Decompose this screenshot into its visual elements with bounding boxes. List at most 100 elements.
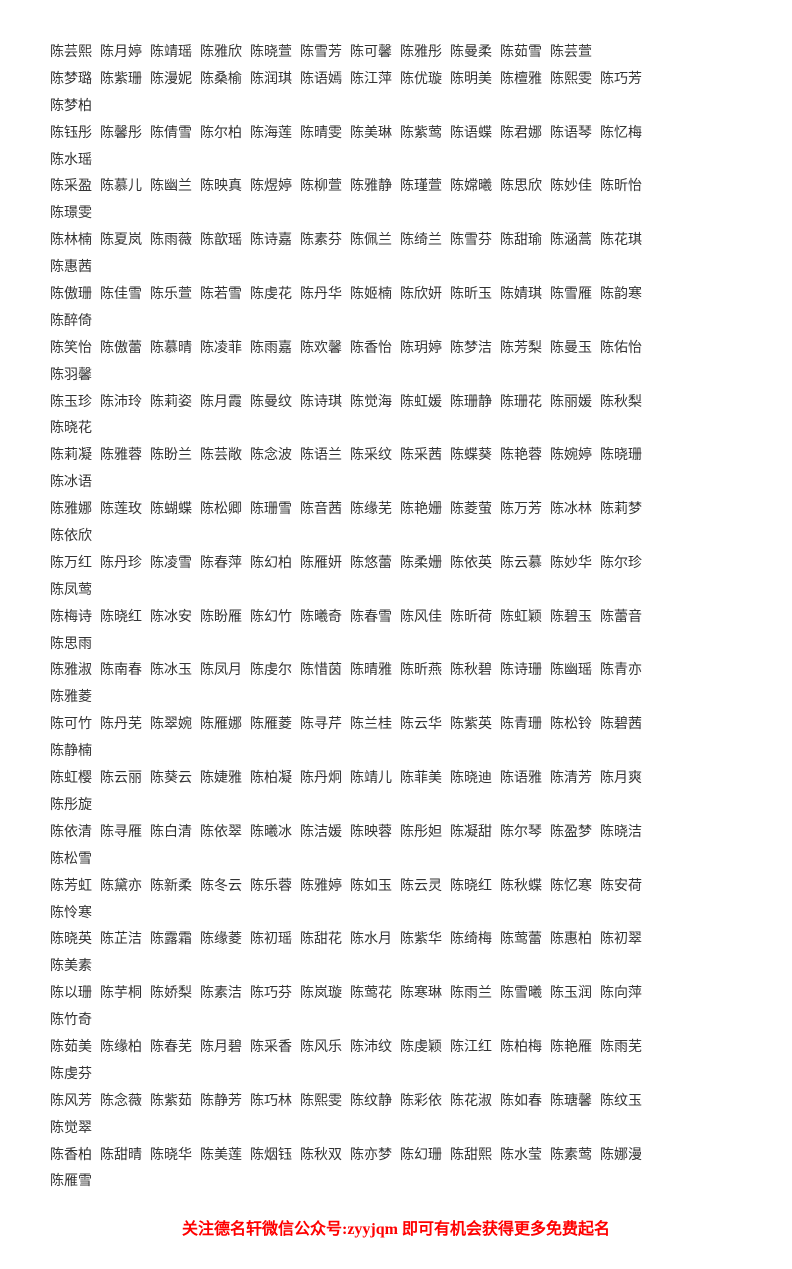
- name-item: 陈念薇: [100, 1089, 142, 1115]
- name-item: 陈甜瑜: [500, 228, 542, 254]
- name-item: 陈姬楠: [350, 282, 392, 308]
- name-item: 陈忆梅: [600, 121, 642, 147]
- name-item: 陈佑怡: [600, 336, 642, 362]
- name-item: 陈玥婷: [400, 336, 442, 362]
- name-item: 陈烟钰: [250, 1143, 292, 1169]
- name-item: 陈静楠: [50, 739, 92, 765]
- name-item: 陈晓萱: [250, 40, 292, 66]
- name-item: 陈佳雪: [100, 282, 142, 308]
- name-item: 陈春芜: [150, 1035, 192, 1061]
- name-item: 陈虔尔: [250, 658, 292, 684]
- name-item: 陈艳姗: [400, 497, 442, 523]
- name-item: 陈依欣: [50, 524, 92, 550]
- name-item: 陈虹樱: [50, 766, 92, 792]
- name-item: 陈佩兰: [350, 228, 392, 254]
- name-item: 陈可馨: [350, 40, 392, 66]
- name-item: 陈欢馨: [300, 336, 342, 362]
- name-item: 陈晓花: [50, 416, 92, 442]
- name-item: 陈凌菲: [200, 336, 242, 362]
- name-item: 陈丹华: [300, 282, 342, 308]
- name-item: 陈璟雯: [50, 201, 92, 227]
- name-item: 陈诗琪: [300, 390, 342, 416]
- name-item: 陈花淑: [450, 1089, 492, 1115]
- name-item: 陈妙华: [550, 551, 592, 577]
- name-item: 陈芳梨: [500, 336, 542, 362]
- name-item: 陈甜熙: [450, 1143, 492, 1169]
- name-item: 陈万芳: [500, 497, 542, 523]
- name-item: 陈采香: [250, 1035, 292, 1061]
- name-item: 陈采盈: [50, 174, 92, 200]
- name-item: 陈清芳: [550, 766, 592, 792]
- name-item: 陈美素: [50, 954, 92, 980]
- name-item: 陈绮兰: [400, 228, 442, 254]
- name-item: 陈明美: [450, 67, 492, 93]
- name-item: 陈语雅: [500, 766, 542, 792]
- name-item: 陈青亦: [600, 658, 642, 684]
- name-item: 陈依英: [450, 551, 492, 577]
- name-item: 陈虔颖: [400, 1035, 442, 1061]
- name-item: 陈晓洁: [600, 820, 642, 846]
- name-item: 陈莺蕾: [500, 927, 542, 953]
- name-item: 陈冬云: [200, 874, 242, 900]
- name-item: 陈凤莺: [50, 578, 92, 604]
- name-item: 陈笑怡: [50, 336, 92, 362]
- name-item: 陈虹颖: [500, 605, 542, 631]
- name-item: 陈依翠: [200, 820, 242, 846]
- name-item: 陈虹媛: [400, 390, 442, 416]
- name-item: 陈曦冰: [250, 820, 292, 846]
- name-item: 陈芸敞: [200, 443, 242, 469]
- name-item: 陈幽瑶: [550, 658, 592, 684]
- name-item: 陈林楠: [50, 228, 92, 254]
- name-item: 陈凤月: [200, 658, 242, 684]
- name-item: 陈雅彤: [400, 40, 442, 66]
- name-item: 陈凝甜: [450, 820, 492, 846]
- name-item: 陈缘柏: [100, 1035, 142, 1061]
- name-item: 陈婧琪: [500, 282, 542, 308]
- name-item: 陈雨嘉: [250, 336, 292, 362]
- name-item: 陈雨薇: [150, 228, 192, 254]
- name-item: 陈晓红: [100, 605, 142, 631]
- name-item: 陈倩雪: [150, 121, 192, 147]
- name-item: 陈晓迪: [450, 766, 492, 792]
- name-item: 陈洁媛: [300, 820, 342, 846]
- name-item: 陈悠蕾: [350, 551, 392, 577]
- name-item: 陈雁娜: [200, 712, 242, 738]
- name-item: 陈沛玲: [100, 390, 142, 416]
- name-item: 陈青珊: [500, 712, 542, 738]
- name-item: 陈梅诗: [50, 605, 92, 631]
- name-item: 陈依清: [50, 820, 92, 846]
- name-item: 陈虔芬: [50, 1062, 92, 1088]
- name-item: 陈雪雁: [550, 282, 592, 308]
- name-item: 陈云灵: [400, 874, 442, 900]
- name-item: 陈晴雅: [350, 658, 392, 684]
- name-item: 陈月爽: [600, 766, 642, 792]
- name-item: 陈娜漫: [600, 1143, 642, 1169]
- name-item: 陈露霜: [150, 927, 192, 953]
- name-item: 陈晓华: [150, 1143, 192, 1169]
- name-item: 陈菲美: [400, 766, 442, 792]
- name-item: 陈若雪: [200, 282, 242, 308]
- name-item: 陈漫妮: [150, 67, 192, 93]
- name-item: 陈美莲: [200, 1143, 242, 1169]
- name-item: 陈娇梨: [150, 981, 192, 1007]
- name-item: 陈诗嘉: [250, 228, 292, 254]
- name-item: 陈柔姗: [400, 551, 442, 577]
- name-item: 陈江红: [450, 1035, 492, 1061]
- name-item: 陈缘菱: [200, 927, 242, 953]
- name-item: 陈以珊: [50, 981, 92, 1007]
- name-item: 陈柏梅: [500, 1035, 542, 1061]
- name-item: 陈初瑶: [250, 927, 292, 953]
- name-item: 陈艳雁: [550, 1035, 592, 1061]
- name-item: 陈乐萱: [150, 282, 192, 308]
- name-item: 陈云丽: [100, 766, 142, 792]
- name-item: 陈音茜: [300, 497, 342, 523]
- name-item: 陈蝶葵: [450, 443, 492, 469]
- name-item: 陈可竹: [50, 712, 92, 738]
- name-item: 陈玉润: [550, 981, 592, 1007]
- name-item: 陈紫茹: [150, 1089, 192, 1115]
- name-item: 陈紫莺: [400, 121, 442, 147]
- name-item: 陈傲珊: [50, 282, 92, 308]
- name-item: 陈碧玉: [550, 605, 592, 631]
- name-item: 陈蝴蝶: [150, 497, 192, 523]
- name-item: 陈月霞: [200, 390, 242, 416]
